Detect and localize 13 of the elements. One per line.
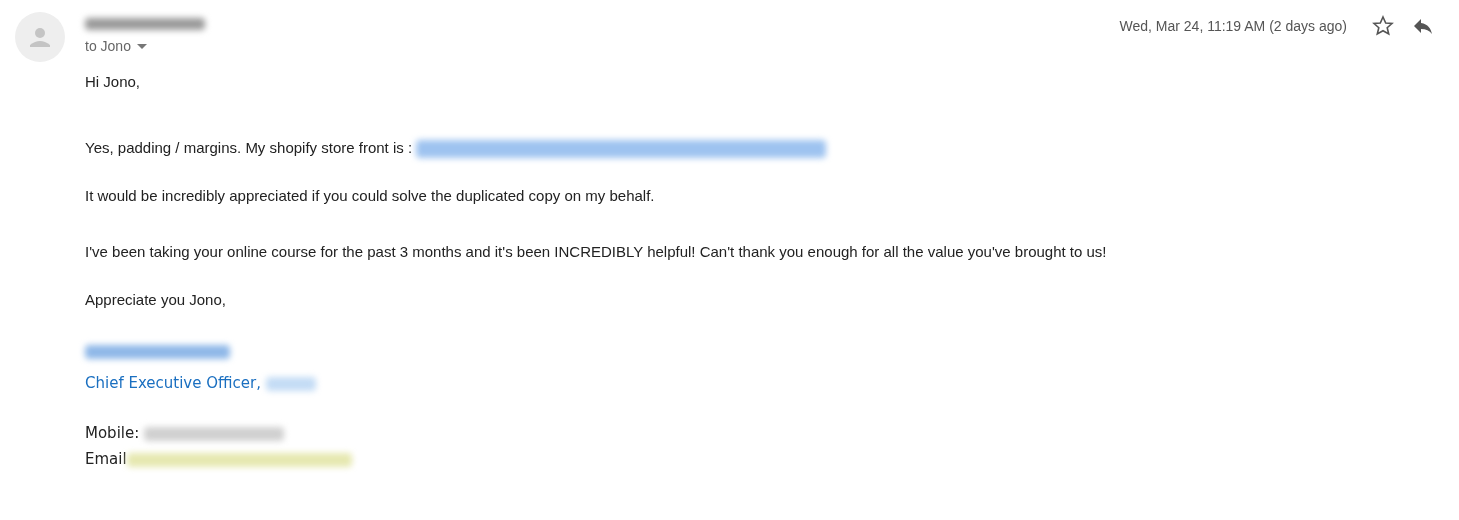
recipient-dropdown[interactable]: to Jono	[85, 38, 147, 54]
message-text: Appreciate you Jono,	[85, 291, 226, 309]
message-text: I've been taking your online course for the past 3 months and it's been INCREDIBLY helpful! Can't thank you enough for all the value you've brought to us!	[85, 243, 1107, 261]
message-date: Wed, Mar 24, 11:19 AM (2 days ago)	[1119, 18, 1347, 34]
job-title: Chief Executive Officer,	[85, 374, 262, 393]
message-text: Yes, padding / margins. My shopify store front is :	[85, 139, 414, 156]
message-text: Hi Jono,	[85, 73, 141, 90]
caret-icon	[136, 43, 147, 49]
message-text: It would be incredibly appreciated if you could solve the duplicated copy on my behalf.	[85, 187, 655, 205]
star-icon[interactable]	[1371, 14, 1395, 38]
signature-text: Email	[85, 450, 127, 469]
avatar-icon	[15, 12, 65, 62]
signature-text: Mobile:	[85, 424, 141, 443]
